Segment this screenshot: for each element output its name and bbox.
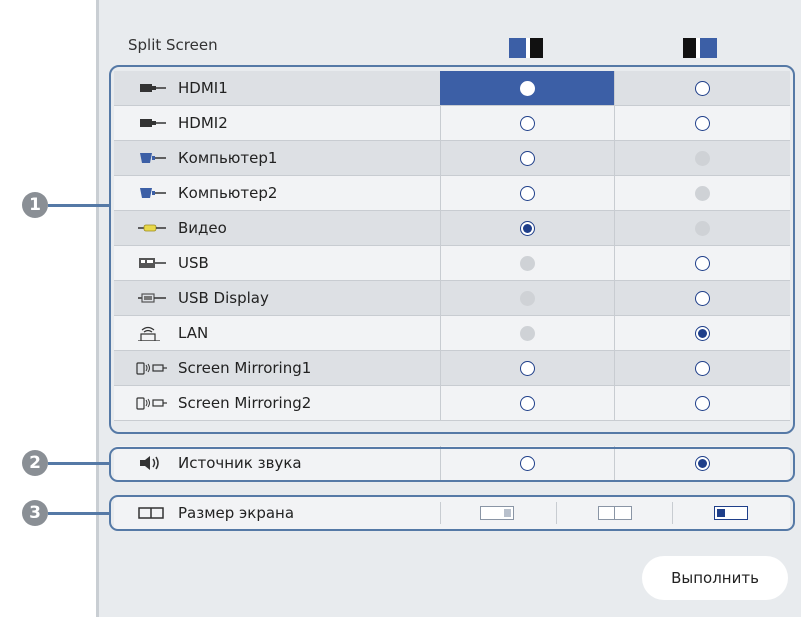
screen-size-group-outline: [109, 495, 795, 531]
callout-3: 3: [22, 500, 48, 526]
execute-button[interactable]: Выполнить: [642, 556, 788, 600]
callout-3-leader: [48, 512, 110, 515]
callout-2: 2: [22, 450, 48, 476]
page-title: Split Screen: [128, 36, 218, 54]
audio-group-outline: [109, 447, 795, 482]
callout-1: 1: [22, 192, 48, 218]
callout-2-leader: [48, 462, 110, 465]
split-left-active-icon: [509, 38, 543, 58]
split-right-active-icon: [683, 38, 717, 58]
callout-1-leader: [48, 204, 110, 207]
panel-edge: [96, 0, 99, 617]
source-group-outline: [109, 65, 795, 434]
